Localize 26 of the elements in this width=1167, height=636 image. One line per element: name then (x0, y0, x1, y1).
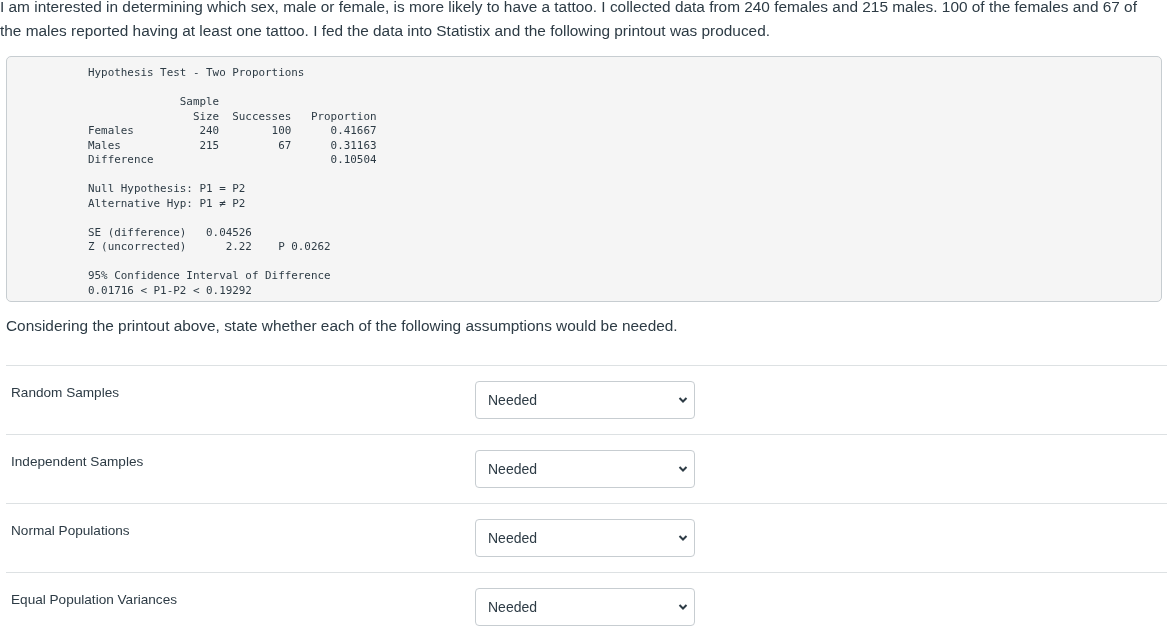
printout-line: Size Successes Proportion (191, 109, 377, 124)
question-text: I am interested in determining which sex, male or female, is more likely to have a tattoo. I collected data from 240 females and 215 males. 100 of the females and 67 of the males reported having at least one tattoo. I fed the data into Statistix and the following printout was produced. (0, 0, 1138, 41)
printout-line: SE (difference) 0.04526 (88, 225, 252, 240)
chevron-down-icon (678, 465, 688, 473)
printout-line: Sample (178, 95, 220, 110)
chevron-down-icon (678, 396, 688, 404)
printout-line: 0.01716 < P1-P2 < 0.19292 (88, 283, 252, 298)
printout-line: Null Hypothesis: P1 = P2 (88, 182, 246, 197)
printout-line: Hypothesis Test - Two Proportions (88, 66, 305, 81)
assumption-label: Random Samples (10, 384, 121, 400)
instruction-text: Considering the printout above, state whether each of the following assumptions would be needed. (6, 316, 679, 336)
answer-dropdown[interactable]: Needed (475, 588, 695, 626)
printout-line: Alternative Hyp: P1 ≠ P2 (88, 196, 246, 211)
printout-line: Z (uncorrected) 2.22 P 0.0262 (88, 240, 331, 255)
answer-dropdown[interactable]: Needed (475, 519, 695, 557)
printout-line: Females 240 100 0.41667 (88, 124, 377, 139)
chevron-down-icon (678, 603, 688, 611)
answer-dropdown[interactable]: Needed (475, 450, 695, 488)
printout-line: Males 215 67 0.31163 (88, 138, 377, 153)
chevron-down-icon (678, 534, 688, 542)
assumption-label: Independent Samples (10, 453, 145, 469)
answer-dropdown[interactable]: Needed (475, 381, 695, 419)
assumption-label: Equal Population Variances (10, 591, 178, 607)
printout-line: Difference 0.10504 (88, 153, 377, 168)
assumption-label: Normal Populations (10, 522, 131, 538)
printout-line: 95% Confidence Interval of Difference (88, 269, 331, 284)
